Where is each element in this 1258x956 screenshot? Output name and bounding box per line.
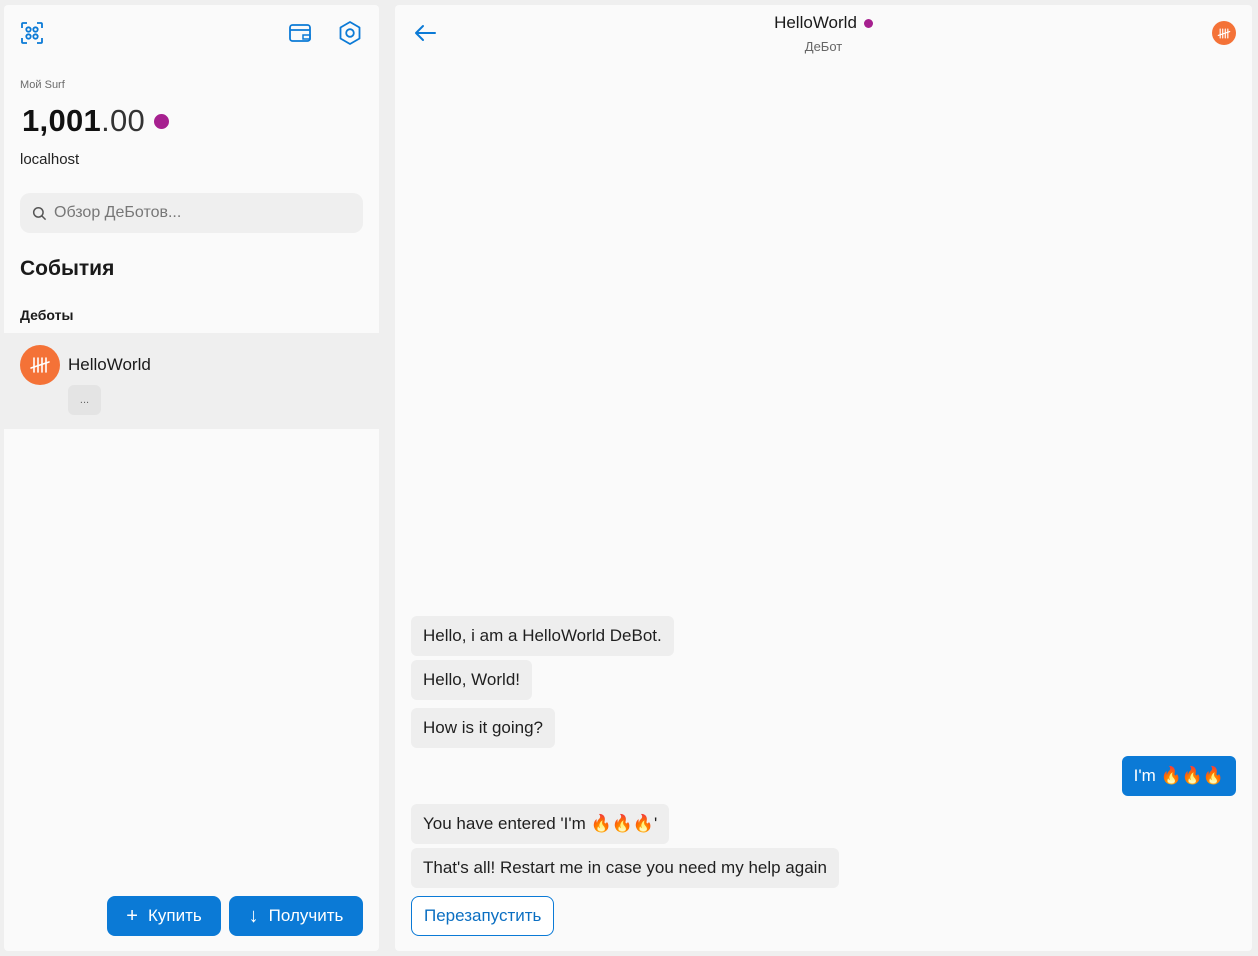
receive-button-label: Получить <box>268 906 344 925</box>
network-name: localhost <box>20 151 80 168</box>
wallet-icon[interactable] <box>286 19 314 47</box>
balance-integer: 1,001 <box>22 103 102 138</box>
bot-message: You have entered 'I'm 🔥🔥🔥' <box>411 804 670 844</box>
chat-panel: HelloWorld ДеБот Hello, i am a HelloWorl… <box>395 5 1252 951</box>
qr-scan-icon[interactable] <box>18 19 46 47</box>
tally-icon <box>20 345 60 385</box>
events-title: События <box>20 257 115 280</box>
buy-button-label: Купить <box>147 906 202 925</box>
search-input[interactable] <box>54 204 344 222</box>
chat-subtitle: ДеБот <box>804 39 843 54</box>
receive-button[interactable]: ↓ Получить <box>229 896 363 936</box>
settings-icon[interactable] <box>336 19 364 47</box>
buy-button[interactable]: + Купить <box>107 896 221 936</box>
search-box[interactable] <box>20 193 363 233</box>
sidebar: Мой Surf 1,001.00 localhost События Дебо… <box>4 5 379 951</box>
token-dot-icon <box>154 113 170 129</box>
debot-list-item[interactable]: HelloWorld ... <box>4 333 379 429</box>
chat-title: HelloWorld <box>395 13 1252 33</box>
debot-avatar-icon[interactable] <box>1212 21 1236 45</box>
status-dot-icon <box>863 18 873 28</box>
app-root: Мой Surf 1,001.00 localhost События Дебо… <box>0 0 1258 956</box>
bot-message: Hello, i am a HelloWorld DeBot. <box>411 616 674 656</box>
bot-message: Hello, World! <box>411 660 532 700</box>
search-icon <box>32 206 47 220</box>
balance: 1,001.00 <box>22 103 170 139</box>
plus-icon: + <box>126 905 138 927</box>
chat-title-text: HelloWorld <box>774 13 857 32</box>
arrow-down-icon: ↓ <box>248 905 259 927</box>
balance-decimals: .00 <box>101 103 146 138</box>
debot-last-message-preview: ... <box>68 385 101 415</box>
wallet-label: Мой Surf <box>20 79 65 91</box>
user-message: I'm 🔥🔥🔥 <box>1121 756 1236 796</box>
restart-button[interactable]: Перезапустить <box>411 896 555 936</box>
debot-name: HelloWorld <box>68 355 151 374</box>
bot-message: That's all! Restart me in case you need … <box>411 848 839 888</box>
debots-section-label: Деботы <box>20 307 74 323</box>
bot-message: How is it going? <box>411 708 556 748</box>
